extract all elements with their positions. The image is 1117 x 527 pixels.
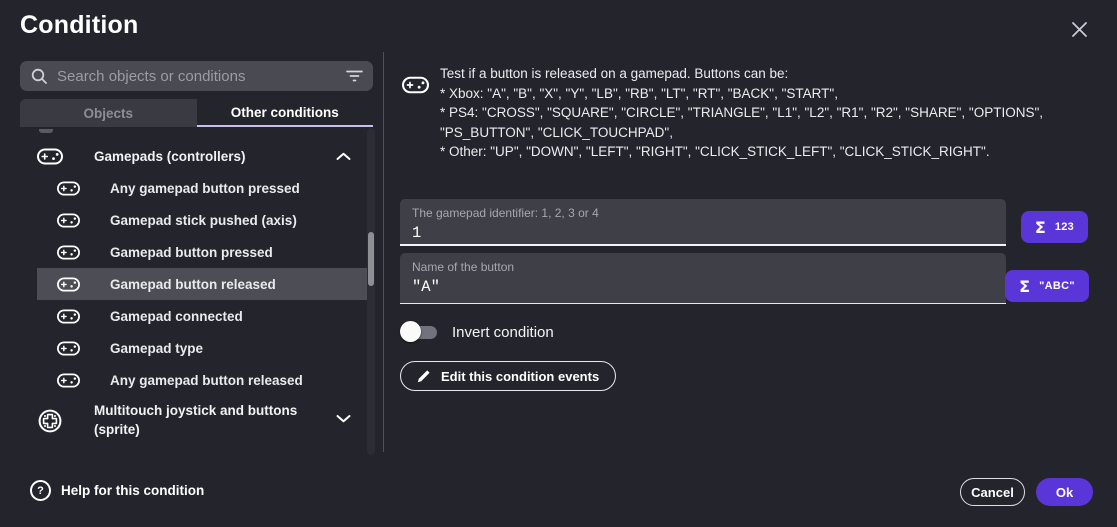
help-link[interactable]: ? Help for this condition [30, 480, 204, 501]
condition-item-gamepad-button-pressed[interactable]: Gamepad button pressed [0, 236, 373, 268]
condition-item-gamepad-connected[interactable]: Gamepad connected [0, 300, 373, 332]
button-name-input[interactable] [412, 278, 994, 296]
invert-condition-toggle[interactable] [400, 321, 438, 343]
button-name-field[interactable]: Name of the button [400, 253, 1006, 304]
condition-item-label: Gamepad stick pushed (axis) [110, 213, 297, 228]
sigma-icon: Σ [1035, 218, 1046, 237]
gamepad-icon [57, 245, 80, 260]
description-line: "PS_BUTTON", "CLICK_TOUCHPAD", [440, 123, 1112, 143]
gamepad-icon [57, 213, 80, 228]
description-line: * PS4: "CROSS", "SQUARE", "CIRCLE", "TRI… [440, 103, 1112, 123]
expression-type-label: 123 [1055, 221, 1074, 233]
edit-button-label: Edit this condition events [441, 369, 599, 384]
chevron-down-icon[interactable] [336, 414, 351, 423]
gamepad-icon [57, 277, 80, 292]
tab-other-conditions[interactable]: Other conditions [197, 99, 374, 127]
filter-icon[interactable] [346, 69, 363, 83]
help-icon: ? [30, 480, 51, 501]
panel-divider [383, 52, 384, 452]
field-label: The gamepad identifier: 1, 2, 3 or 4 [412, 206, 994, 220]
condition-item-label: Gamepad connected [110, 309, 243, 324]
gamepad-icon [57, 341, 80, 356]
gamepad-icon [402, 76, 429, 99]
gamepad-icon [57, 309, 80, 324]
description-line: * Xbox: "A", "B", "X", "Y", "LB", "RB", … [440, 84, 1112, 104]
cancel-button[interactable]: Cancel [960, 478, 1025, 506]
scrolled-item-sliver [39, 129, 53, 133]
gamepad-identifier-field[interactable]: The gamepad identifier: 1, 2, 3 or 4 [400, 199, 1006, 246]
help-label: Help for this condition [61, 483, 204, 498]
condition-item-any-gamepad-button-pressed[interactable]: Any gamepad button pressed [0, 172, 373, 204]
group-multitouch-joystick[interactable]: Multitouch joystick and buttons (sprite) [0, 396, 373, 448]
ok-button[interactable]: Ok [1036, 478, 1093, 506]
page-title: Condition [20, 11, 138, 40]
gamepad-icon [57, 181, 80, 196]
sigma-icon: Σ [1019, 277, 1030, 296]
condition-item-gamepad-type[interactable]: Gamepad type [0, 332, 373, 364]
tab-bar: Objects Other conditions [20, 99, 373, 127]
gamepad-icon [57, 373, 80, 388]
search-icon [30, 67, 48, 85]
sidebar-scrollbar-track [367, 128, 375, 455]
toggle-knob [400, 321, 421, 342]
edit-condition-events-button[interactable]: Edit this condition events [400, 361, 616, 391]
chevron-up-icon[interactable] [336, 152, 351, 161]
tab-objects[interactable]: Objects [20, 99, 197, 127]
condition-item-any-gamepad-button-released[interactable]: Any gamepad button released [0, 364, 373, 396]
condition-item-label: Any gamepad button released [110, 373, 303, 388]
search-bar[interactable] [20, 61, 373, 91]
multitouch-joystick-icon [38, 409, 62, 438]
pencil-icon [417, 369, 431, 383]
gamepad-identifier-input[interactable] [412, 224, 994, 242]
condition-item-label: Any gamepad button pressed [110, 181, 300, 196]
close-icon[interactable] [1066, 16, 1092, 42]
expression-editor-button-number[interactable]: Σ 123 [1021, 211, 1088, 243]
condition-item-gamepad-button-released[interactable]: Gamepad button released [37, 268, 370, 300]
gamepad-icon [37, 148, 63, 165]
sidebar-scrollbar-thumb[interactable] [368, 232, 374, 286]
invert-condition-label: Invert condition [452, 324, 554, 341]
condition-item-label: Gamepad button released [110, 277, 276, 292]
group-label: Multitouch joystick and buttons (sprite) [94, 401, 332, 439]
condition-item-label: Gamepad button pressed [110, 245, 273, 260]
group-label: Gamepads (controllers) [94, 149, 246, 164]
search-input[interactable] [57, 68, 337, 85]
condition-item-label: Gamepad type [110, 341, 203, 356]
expression-editor-button-string[interactable]: Σ "ABC" [1005, 270, 1089, 302]
condition-item-gamepad-stick-pushed[interactable]: Gamepad stick pushed (axis) [0, 204, 373, 236]
expression-type-label: "ABC" [1039, 280, 1075, 292]
description-line: Test if a button is released on a gamepa… [440, 64, 1112, 84]
field-label: Name of the button [412, 260, 994, 274]
group-gamepads[interactable]: Gamepads (controllers) [0, 140, 373, 172]
condition-description: Test if a button is released on a gamepa… [440, 64, 1112, 162]
description-line: * Other: "UP", "DOWN", "LEFT", "RIGHT", … [440, 142, 1112, 162]
